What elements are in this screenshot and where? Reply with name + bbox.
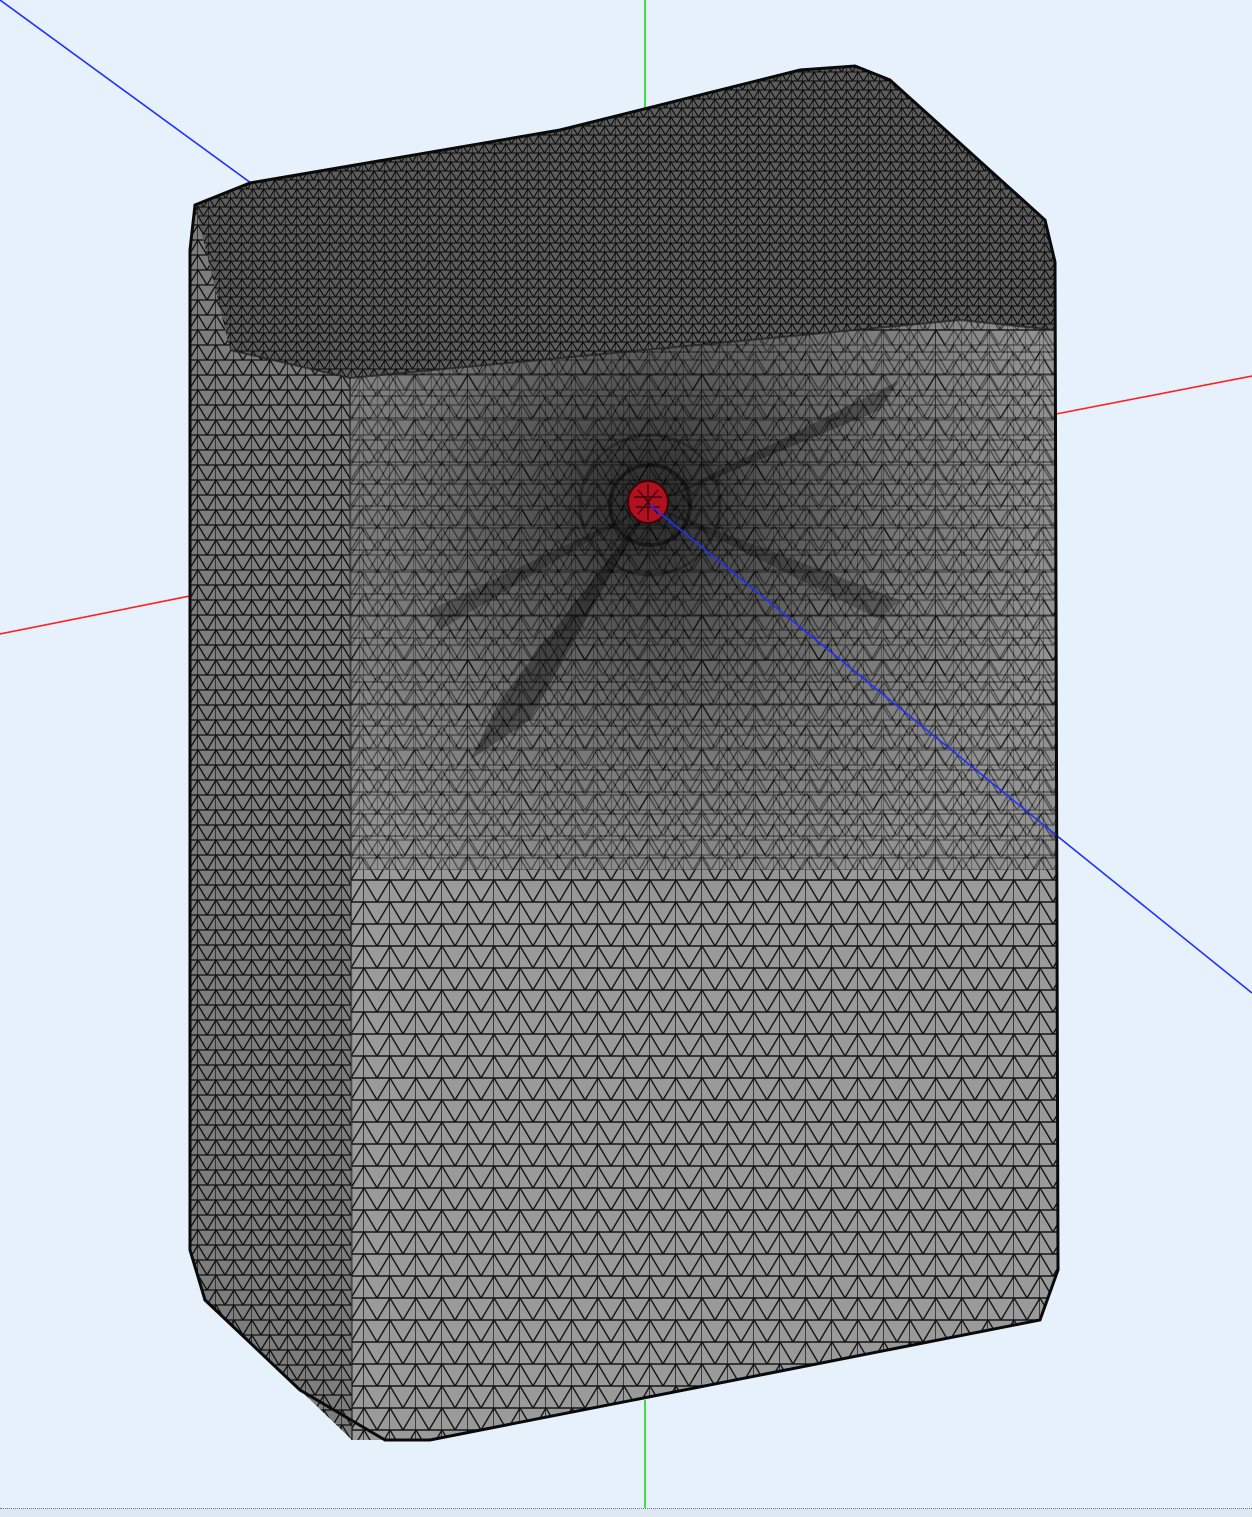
mesh-model[interactable] [180,60,1070,1450]
x-axis-right [1055,375,1252,415]
mesh-scene[interactable] [0,0,1252,1516]
3d-viewport[interactable] [0,0,1252,1516]
z-axis-back [0,0,256,187]
z-axis-front [1055,834,1252,994]
mesh-front-face [350,320,1058,1440]
mesh-left-face [190,205,352,1440]
